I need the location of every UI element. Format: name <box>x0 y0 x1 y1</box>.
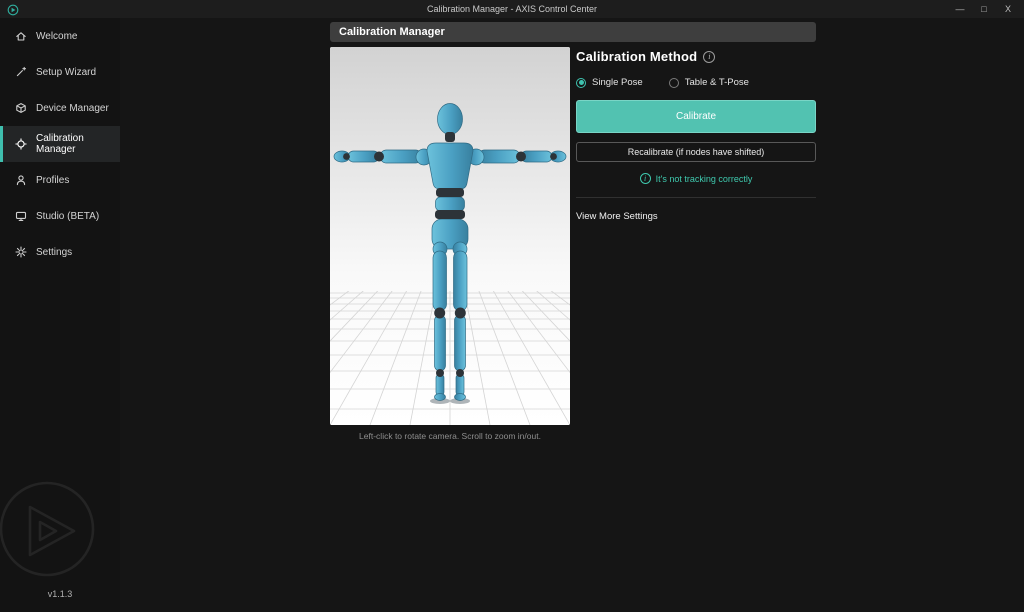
calibration-icon <box>15 138 27 150</box>
title-bar: Calibration Manager - AXIS Control Cente… <box>0 0 1024 18</box>
radio-dot-selected <box>576 78 586 88</box>
maximize-button[interactable]: □ <box>972 0 996 18</box>
sidebar-item-label: Settings <box>36 247 72 258</box>
studio-icon <box>15 210 27 222</box>
sidebar-item-label: Device Manager <box>36 103 109 114</box>
calibration-panel: Calibration Method i Single Pose Table &… <box>576 47 816 441</box>
minimize-button[interactable]: — <box>948 0 972 18</box>
home-icon <box>15 30 27 42</box>
radio-label: Table & T-Pose <box>685 77 749 88</box>
3d-viewport[interactable] <box>330 47 570 425</box>
main-content: Calibration Manager <box>330 22 816 441</box>
brand-watermark-logo <box>0 476 100 582</box>
sidebar-item-label: Studio (BETA) <box>36 211 99 222</box>
window-controls: — □ X <box>948 0 1020 18</box>
app-version: v1.1.3 <box>0 589 120 599</box>
radio-dot <box>669 78 679 88</box>
viewport-caption: Left-click to rotate camera. Scroll to z… <box>330 431 570 441</box>
radio-label: Single Pose <box>592 77 643 88</box>
tracking-help-link[interactable]: i It's not tracking correctly <box>576 173 816 184</box>
section-title: Calibration Method <box>576 49 697 64</box>
info-icon[interactable]: i <box>703 51 715 63</box>
settings-icon <box>15 246 27 258</box>
profiles-icon <box>15 174 27 186</box>
close-button[interactable]: X <box>996 0 1020 18</box>
view-more-settings-link[interactable]: View More Settings <box>576 211 816 222</box>
sidebar-item-label: Profiles <box>36 175 69 186</box>
calibration-method-radios: Single Pose Table & T-Pose <box>576 77 816 88</box>
sidebar: Welcome Setup Wizard Device Manager <box>0 18 120 612</box>
sidebar-item-calibration-manager[interactable]: Calibration Manager <box>0 126 120 162</box>
radio-table-tpose[interactable]: Table & T-Pose <box>669 77 749 88</box>
sidebar-item-label: Calibration Manager <box>36 133 120 155</box>
panel-divider <box>576 197 816 198</box>
device-icon <box>15 102 27 114</box>
sidebar-item-profiles[interactable]: Profiles <box>0 162 120 198</box>
sidebar-item-label: Setup Wizard <box>36 67 96 78</box>
sidebar-item-label: Welcome <box>36 31 78 42</box>
calibrate-button[interactable]: Calibrate <box>576 100 816 133</box>
info-icon-teal: i <box>640 173 651 184</box>
sidebar-item-device-manager[interactable]: Device Manager <box>0 90 120 126</box>
sidebar-item-studio[interactable]: Studio (BETA) <box>0 198 120 234</box>
app-window: Calibration Manager - AXIS Control Cente… <box>0 0 1024 612</box>
radio-single-pose[interactable]: Single Pose <box>576 77 643 88</box>
page-title: Calibration Manager <box>330 22 816 42</box>
wand-icon <box>15 66 27 78</box>
sidebar-item-settings[interactable]: Settings <box>0 234 120 270</box>
window-title: Calibration Manager - AXIS Control Cente… <box>0 0 1024 18</box>
sidebar-item-welcome[interactable]: Welcome <box>0 18 120 54</box>
sidebar-item-setup-wizard[interactable]: Setup Wizard <box>0 54 120 90</box>
recalibrate-button[interactable]: Recalibrate (if nodes have shifted) <box>576 142 816 162</box>
tracking-help-label: It's not tracking correctly <box>656 174 753 184</box>
